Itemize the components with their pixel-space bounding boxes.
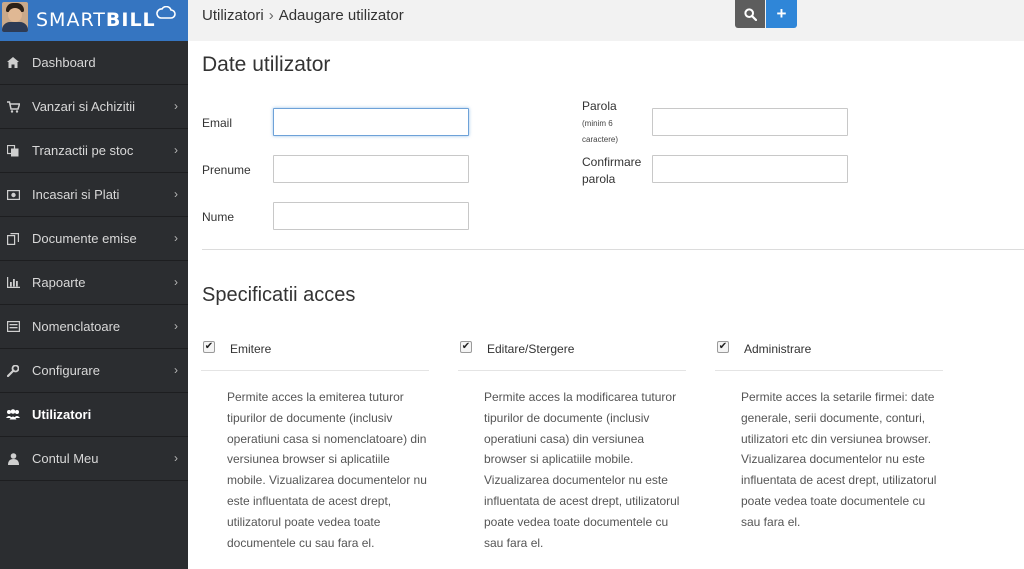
money-icon (6, 188, 20, 202)
main-content: Date utilizator Email Prenume Nume Parol… (188, 41, 1024, 569)
chevron-right-icon: › (174, 231, 178, 245)
confirm-label-line1: Confirmare (582, 155, 642, 169)
avatar[interactable] (2, 2, 28, 32)
confirm-label-line2: parola (582, 172, 616, 186)
page-title: Date utilizator (202, 53, 331, 76)
sidebar-item-dashboard[interactable]: Dashboard (0, 41, 188, 85)
parola-label: Parola (582, 99, 617, 113)
sidebar-item-tranzactii[interactable]: Tranzactii pe stoc › (0, 129, 188, 173)
breadcrumb-separator: › (268, 7, 274, 24)
documents-icon (6, 232, 20, 246)
editare-description: Permite acces la modificarea tuturor tip… (484, 390, 680, 550)
access-header: ✔ Administrare (715, 338, 943, 371)
sidebar-item-label: Incasari si Plati (32, 187, 120, 202)
nume-label: Nume (202, 210, 235, 224)
sidebar-item-nomenclatoare[interactable]: Nomenclatoare › (0, 305, 188, 349)
brand-bar: SMARTBILL (0, 0, 188, 41)
users-icon (6, 408, 20, 422)
list-icon (6, 320, 20, 334)
checkmark-icon: ✔ (718, 341, 728, 352)
sidebar-item-label: Tranzactii pe stoc (32, 143, 134, 158)
email-field[interactable] (273, 108, 469, 136)
sidebar-item-utilizatori[interactable]: Utilizatori (0, 393, 188, 437)
chevron-right-icon: › (174, 99, 178, 113)
cloud-icon (156, 6, 176, 19)
sidebar-item-label: Dashboard (32, 55, 96, 70)
wrench-icon (6, 364, 20, 378)
chevron-right-icon: › (174, 319, 178, 333)
checkmark-icon: ✔ (461, 341, 471, 352)
sidebar-item-label: Nomenclatoare (32, 319, 121, 334)
password-field[interactable] (652, 108, 848, 136)
access-header: ✔ Emitere (201, 338, 429, 371)
nume-field[interactable] (273, 202, 469, 230)
search-button[interactable] (735, 0, 765, 28)
access-header: ✔ Editare/Stergere (458, 338, 686, 371)
sidebar-item-label: Vanzari si Achizitii (32, 99, 136, 114)
section-divider (202, 249, 1024, 250)
chevron-right-icon: › (174, 451, 178, 465)
add-button[interactable]: + (766, 0, 797, 28)
emitere-label[interactable]: Emitere (230, 342, 271, 356)
sidebar-item-configurare[interactable]: Configurare › (0, 349, 188, 393)
parola-hint-line2: caractere) (582, 135, 619, 144)
sidebar-item-contul-meu[interactable]: Contul Meu › (0, 437, 188, 481)
access-column-emitere: ✔ Emitere Permite acces la emiterea tutu… (201, 338, 429, 553)
home-icon (6, 56, 20, 70)
bar-chart-icon (6, 276, 20, 290)
checkmark-icon: ✔ (204, 341, 214, 352)
prenume-label: Prenume (202, 163, 251, 177)
editare-label[interactable]: Editare/Stergere (487, 342, 574, 356)
sidebar-item-rapoarte[interactable]: Rapoarte › (0, 261, 188, 305)
emitere-description: Permite acces la emiterea tuturor tipuri… (227, 390, 427, 550)
chevron-right-icon: › (174, 143, 178, 157)
top-bar: Utilizatori › Adaugare utilizator + (188, 0, 1024, 41)
confirm-password-field[interactable] (652, 155, 848, 183)
sidebar: SMARTBILL Dashboard Vanzari si Achizitii… (0, 0, 188, 569)
sidebar-item-label: Contul Meu (32, 451, 99, 466)
access-column-editare: ✔ Editare/Stergere Permite acces la modi… (458, 338, 686, 553)
emitere-checkbox[interactable]: ✔ (203, 341, 215, 353)
prenume-field[interactable] (273, 155, 469, 183)
search-icon (743, 7, 757, 21)
administrare-checkbox[interactable]: ✔ (717, 341, 729, 353)
sidebar-item-label: Utilizatori (32, 407, 92, 422)
breadcrumb: Utilizatori › Adaugare utilizator (202, 7, 404, 24)
access-column-administrare: ✔ Administrare Permite acces la setarile… (715, 338, 943, 533)
parola-hint-line1: (minim 6 (582, 119, 613, 128)
plus-icon: + (776, 4, 787, 23)
chevron-right-icon: › (174, 275, 178, 289)
copy-icon (6, 144, 20, 158)
cart-icon (6, 100, 20, 114)
administrare-description: Permite acces la setarile firmei: date g… (741, 390, 937, 529)
sidebar-item-documente[interactable]: Documente emise › (0, 217, 188, 261)
user-icon (6, 452, 20, 466)
smartbill-logo[interactable]: SMARTBILL (36, 9, 156, 31)
breadcrumb-parent[interactable]: Utilizatori (202, 7, 264, 24)
sidebar-item-label: Documente emise (32, 231, 137, 246)
chevron-right-icon: › (174, 187, 178, 201)
breadcrumb-current: Adaugare utilizator (278, 7, 404, 24)
sidebar-item-vanzari[interactable]: Vanzari si Achizitii › (0, 85, 188, 129)
access-section-title: Specificatii acces (202, 284, 356, 306)
chevron-right-icon: › (174, 363, 178, 377)
sidebar-item-label: Configurare (32, 363, 100, 378)
administrare-label[interactable]: Administrare (744, 342, 811, 356)
sidebar-nav: Dashboard Vanzari si Achizitii › Tranzac… (0, 41, 188, 481)
editare-checkbox[interactable]: ✔ (460, 341, 472, 353)
sidebar-item-incasari[interactable]: Incasari si Plati › (0, 173, 188, 217)
sidebar-item-label: Rapoarte (32, 275, 86, 290)
email-label: Email (202, 116, 233, 130)
